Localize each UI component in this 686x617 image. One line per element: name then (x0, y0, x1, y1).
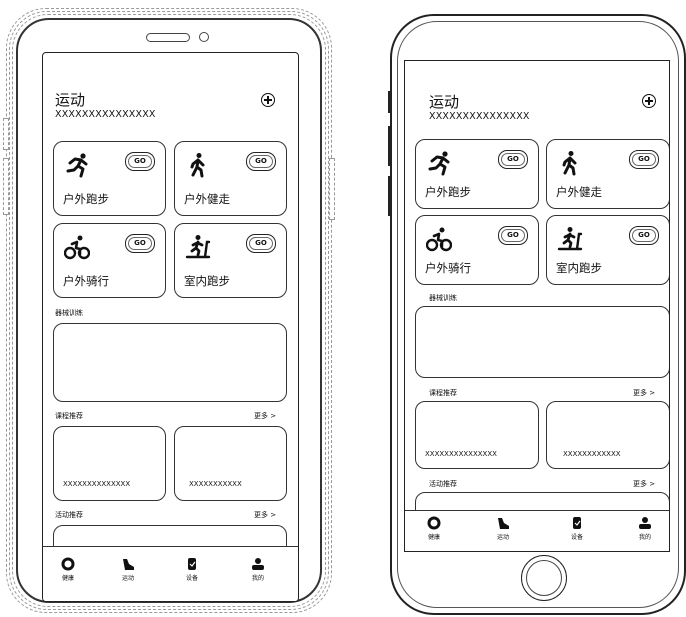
section-title-activities: 活动推荐 (429, 480, 457, 488)
go-button[interactable]: GO (246, 234, 276, 253)
health-ring-icon (427, 516, 441, 530)
course-title: XXXXXXXXXXXXXXX (425, 450, 497, 458)
watch-icon (573, 517, 581, 529)
more-link[interactable]: 更多 > (633, 479, 655, 489)
tab-health[interactable]: 健康 (409, 516, 459, 541)
running-icon (428, 151, 450, 176)
activity-card-outdoor-walk[interactable]: GO 户外健走 (546, 139, 669, 209)
activity-label: 户外骑行 (63, 274, 109, 288)
walking-icon (562, 151, 577, 176)
volume-button (388, 126, 391, 166)
more-link[interactable]: 更多 > (254, 510, 276, 520)
course-card[interactable]: XXXXXXXXXXXXXX (53, 426, 166, 501)
tab-me[interactable]: 我的 (233, 557, 283, 582)
left-phone-screen: 运动 XXXXXXXXXXXXXXX GO 户外跑步 GO 户外健走 GO 户外… (42, 52, 299, 602)
tab-me[interactable]: 我的 (620, 516, 669, 541)
activity-card-outdoor-run[interactable]: GO 户外跑步 (53, 141, 166, 216)
course-title: XXXXXXXXXXX (189, 480, 242, 488)
cycling-icon (426, 227, 452, 252)
activity-card-indoor-run[interactable]: GO 室内跑步 (174, 223, 287, 298)
running-icon (66, 153, 88, 178)
go-button[interactable]: GO (125, 152, 155, 171)
tab-label: 运动 (496, 534, 509, 541)
tab-label: 我的 (251, 575, 264, 582)
go-button[interactable]: GO (629, 226, 659, 245)
activity-label: 户外跑步 (63, 192, 109, 206)
add-icon[interactable] (642, 94, 656, 108)
bottom-tab-bar: 健康 运动 设备 我的 (405, 510, 669, 551)
activity-label: 户外骑行 (425, 261, 471, 275)
tab-label: 我的 (638, 534, 651, 541)
activity-label: 室内跑步 (556, 261, 602, 275)
front-camera (199, 32, 209, 42)
bottom-tab-bar: 健康 运动 设备 我的 (43, 546, 298, 601)
tab-label: 健康 (61, 575, 74, 582)
activity-label: 户外健走 (184, 192, 230, 206)
activity-card-outdoor-run[interactable]: GO 户外跑步 (415, 139, 539, 209)
treadmill-icon (185, 235, 211, 259)
right-phone-screen: 运动 XXXXXXXXXXXXXXX GO 户外跑步 GO 户外健走 GO 户外… (404, 60, 670, 552)
shoe-icon (123, 559, 134, 570)
shoe-icon (498, 518, 509, 529)
tab-label: 设备 (570, 534, 583, 541)
page-title: 运动 (55, 91, 86, 109)
tab-health[interactable]: 健康 (43, 557, 93, 582)
more-link[interactable]: 更多 > (254, 411, 276, 421)
go-button[interactable]: GO (629, 150, 659, 169)
course-title: XXXXXXXXXXXXXX (63, 480, 131, 488)
activity-card-outdoor-cycle[interactable]: GO 户外骑行 (415, 215, 539, 285)
volume-button (3, 158, 9, 215)
tab-label: 运动 (121, 575, 134, 582)
home-button[interactable] (521, 555, 567, 601)
tab-label: 健康 (427, 534, 440, 541)
section-title-equipment: 器械训练 (55, 309, 83, 317)
cycling-icon (64, 235, 90, 260)
volume-button (388, 176, 391, 216)
tab-devices[interactable]: 设备 (552, 516, 602, 541)
power-button (329, 158, 335, 220)
tab-devices[interactable]: 设备 (167, 557, 217, 582)
go-button[interactable]: GO (125, 234, 155, 253)
equipment-training-card[interactable] (53, 323, 287, 402)
course-card[interactable]: XXXXXXXXXXXXXXX (415, 401, 539, 469)
section-title-courses: 课程推荐 (429, 389, 457, 397)
page-subtitle: XXXXXXXXXXXXXXX (429, 111, 530, 122)
watch-icon (188, 558, 196, 570)
activity-label: 户外健走 (556, 185, 602, 199)
section-title-activities: 活动推荐 (55, 511, 83, 519)
activity-label: 室内跑步 (184, 274, 230, 288)
go-button[interactable]: GO (498, 226, 528, 245)
course-card[interactable]: XXXXXXXXXXX (174, 426, 287, 501)
page-subtitle: XXXXXXXXXXXXXXX (55, 109, 156, 120)
equipment-training-card[interactable] (415, 306, 669, 378)
tab-label: 设备 (185, 575, 198, 582)
more-link[interactable]: 更多 > (633, 388, 655, 398)
course-title: XXXXXXXXXXXX (563, 450, 621, 458)
section-title-equipment: 器械训练 (429, 294, 457, 302)
activity-label: 户外跑步 (425, 185, 471, 199)
volume-button (388, 91, 391, 113)
health-ring-icon (61, 557, 75, 571)
walking-icon (190, 153, 205, 178)
activity-card-outdoor-cycle[interactable]: GO 户外骑行 (53, 223, 166, 298)
go-button[interactable]: GO (246, 152, 276, 171)
person-icon (252, 558, 264, 570)
section-title-courses: 课程推荐 (55, 412, 83, 420)
tab-sports[interactable]: 运动 (478, 516, 528, 541)
activity-card-indoor-run[interactable]: GO 室内跑步 (546, 215, 669, 285)
page-title: 运动 (429, 93, 460, 111)
activity-card-outdoor-walk[interactable]: GO 户外健走 (174, 141, 287, 216)
course-card[interactable]: XXXXXXXXXXXX (546, 401, 669, 469)
volume-button (3, 118, 9, 150)
person-icon (639, 517, 651, 529)
speaker-grille (146, 33, 190, 42)
add-icon[interactable] (261, 93, 275, 107)
go-button[interactable]: GO (498, 150, 528, 169)
treadmill-icon (557, 227, 583, 251)
tab-sports[interactable]: 运动 (103, 557, 153, 582)
